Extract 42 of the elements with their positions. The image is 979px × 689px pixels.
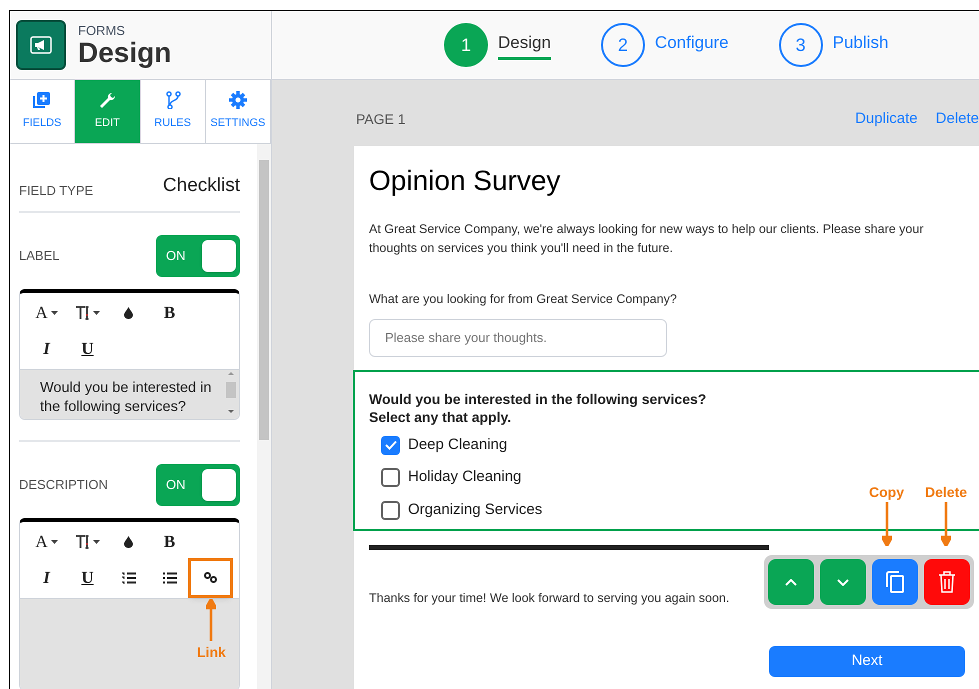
annotation-label: Link (197, 645, 226, 659)
italic-button[interactable]: I (26, 330, 67, 366)
section-label: DESCRIPTION (19, 476, 108, 494)
next-button[interactable]: Next (769, 646, 965, 677)
form-title: Opinion Survey (369, 164, 562, 198)
bold-button[interactable]: B (149, 524, 190, 560)
option-label: Organizing Services (408, 500, 542, 520)
underline-button[interactable]: U (67, 330, 108, 366)
field-description: Select any that apply. (369, 408, 512, 426)
option-label: Holiday Cleaning (408, 467, 522, 488)
annotation-label: Copy (869, 485, 904, 499)
closing-text: Thanks for your time! We look forward to serving you again soon. (369, 590, 730, 608)
step-label: Publish (832, 32, 888, 54)
step-label: Design (498, 30, 551, 60)
toggle-text: ON (166, 476, 186, 494)
question-label: What are you looking for from Great Service Company? (369, 291, 678, 308)
font-menu[interactable]: A (26, 524, 67, 560)
italic-button[interactable]: I (26, 560, 67, 596)
bold-button[interactable]: B (149, 294, 190, 330)
step[interactable]: 3 Publish (778, 23, 888, 67)
page-label: PAGE 1 (356, 110, 406, 128)
option-label: Deep Cleaning (408, 434, 508, 455)
step-number: 1 (444, 23, 488, 67)
step-number: 2 (600, 23, 645, 67)
field-type-label: FIELD TYPE (19, 182, 94, 200)
toggle-text: ON (166, 246, 186, 265)
step-label: Configure (654, 32, 729, 54)
text-editor[interactable]: A B I U Would you be interested in the following services? (19, 288, 240, 420)
annotation-label: Delete (925, 485, 968, 499)
step[interactable]: 1 Design (444, 23, 551, 67)
step-number: 3 (778, 23, 823, 67)
section-label: LABEL (19, 246, 60, 265)
field-type-value: Checklist (162, 174, 240, 198)
step[interactable]: 2 Configure (600, 23, 729, 67)
editor-text: Would you be interested in the following services? (39, 378, 212, 416)
underline-button[interactable]: U (67, 560, 108, 596)
app-section: FORMS (78, 24, 172, 36)
text-field[interactable]: Please share your thoughts. (369, 318, 667, 357)
form-intro: At Great Service Company, we're always looking for new ways to help our clients. Please share your thoughts on services you think you'll need in the future. (369, 221, 924, 257)
field-label: Would you be interested in the following services? (369, 390, 708, 408)
app-title: Design (78, 38, 172, 66)
font-menu[interactable]: A (26, 294, 67, 330)
